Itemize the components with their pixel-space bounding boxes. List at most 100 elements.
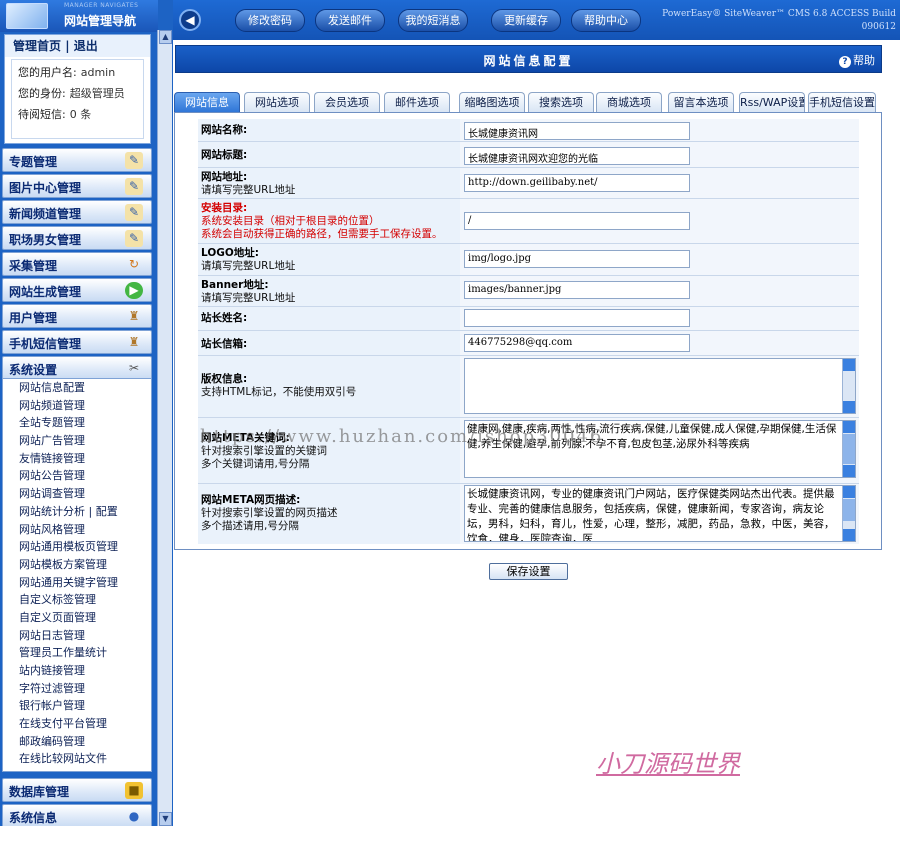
field-hint: 多个关键词请用,号分隔 bbox=[201, 458, 310, 470]
submenu-item[interactable]: 在线比较网站文件 bbox=[3, 750, 151, 768]
submenu-item[interactable]: 网站信息配置 bbox=[3, 379, 151, 397]
category-label: 系统信息 bbox=[9, 811, 58, 825]
version-info: PowerEasy® SiteWeaver™ CMS 6.8 ACCESS Bu… bbox=[662, 8, 896, 34]
sidebar-category-workplace[interactable]: 职场男女管理 ✎ bbox=[2, 226, 152, 250]
scroll-thumb[interactable] bbox=[843, 499, 855, 521]
scroll-down-icon[interactable] bbox=[843, 401, 855, 413]
sidebar-category-collect[interactable]: 采集管理 ↻ bbox=[2, 252, 152, 276]
scroll-down-icon[interactable] bbox=[843, 529, 855, 541]
scroll-up-icon[interactable] bbox=[843, 486, 855, 498]
submenu-item[interactable]: 友情链接管理 bbox=[3, 450, 151, 468]
webmaster-email-input[interactable]: 446775298@qq.com bbox=[464, 334, 690, 352]
textarea-text: 长城健康资讯网，专业的健康资讯门户网站，医疗保健类网站杰出代表。提供最专业、完善… bbox=[467, 488, 835, 542]
submenu-item[interactable]: 自定义页面管理 bbox=[3, 609, 151, 627]
textarea-scrollbar[interactable] bbox=[842, 486, 855, 541]
field-label: 网站名称: bbox=[201, 124, 248, 136]
scroll-down-icon[interactable]: ▼ bbox=[159, 812, 172, 826]
sidebar-category-users[interactable]: 用户管理 ♜ bbox=[2, 304, 152, 328]
submenu-item[interactable]: 字符过滤管理 bbox=[3, 680, 151, 698]
install-dir-input[interactable]: / bbox=[464, 212, 690, 230]
submenu-item[interactable]: 网站频道管理 bbox=[3, 397, 151, 415]
site-name-input[interactable]: 长城健康资讯网 bbox=[464, 122, 690, 140]
send-email-button[interactable]: 发送邮件 bbox=[315, 9, 385, 32]
form-label-cell: LOGO地址: 请填写完整URL地址 bbox=[198, 244, 460, 275]
submenu-item[interactable]: 网站通用关键字管理 bbox=[3, 574, 151, 592]
sidebar-category-sysinfo[interactable]: 系统信息 ● bbox=[2, 804, 152, 826]
sidebar-category-sms[interactable]: 手机短信管理 ♜ bbox=[2, 330, 152, 354]
sidebar-category-images[interactable]: 图片中心管理 ✎ bbox=[2, 174, 152, 198]
tab-search-options[interactable]: 搜索选项 bbox=[528, 92, 594, 113]
form-label-cell: 网站地址: 请填写完整URL地址 bbox=[198, 168, 460, 198]
scroll-up-icon[interactable] bbox=[843, 421, 855, 433]
category-label: 图片中心管理 bbox=[9, 181, 82, 195]
tab-sms-settings[interactable]: 手机短信设置 bbox=[808, 92, 876, 113]
tab-shop-options[interactable]: 商城选项 bbox=[596, 92, 662, 113]
submenu-item[interactable]: 网站模板方案管理 bbox=[3, 556, 151, 574]
copyright-textarea[interactable] bbox=[464, 358, 856, 414]
site-url-input[interactable]: http://down.geilibaby.net/ bbox=[464, 174, 690, 192]
scroll-down-icon[interactable] bbox=[843, 465, 855, 477]
category-label: 网站生成管理 bbox=[9, 285, 82, 299]
field-label: 网站地址: bbox=[201, 171, 248, 183]
scroll-up-icon[interactable]: ▲ bbox=[159, 30, 172, 44]
sidebar-scrollbar[interactable]: ▲ ▼ bbox=[157, 30, 172, 826]
webmaster-name-input[interactable] bbox=[464, 309, 690, 327]
help-link[interactable]: ? 帮助 bbox=[839, 52, 875, 68]
logo-url-input[interactable]: img/logo.jpg bbox=[464, 250, 690, 268]
logo-subtitle: MANAGER NAVIGATES bbox=[64, 2, 139, 9]
submenu-item[interactable]: 全站专题管理 bbox=[3, 414, 151, 432]
sidebar-category-topics[interactable]: 专题管理 ✎ bbox=[2, 148, 152, 172]
form-value-cell: images/banner.jpg bbox=[460, 276, 859, 306]
submenu-item[interactable]: 站内链接管理 bbox=[3, 662, 151, 680]
form-row-site-name: 网站名称: 长城健康资讯网 bbox=[198, 119, 859, 142]
edit-icon: ✎ bbox=[125, 230, 143, 247]
submenu-item[interactable]: 网站日志管理 bbox=[3, 627, 151, 645]
sidebar-category-generate[interactable]: 网站生成管理 ▶ bbox=[2, 278, 152, 302]
user-panel: 管理首页 | 退出 您的用户名: admin 您的身份: 超级管理员 待阅短信: 0 … bbox=[4, 34, 151, 144]
save-settings-button[interactable]: 保存设置 bbox=[489, 563, 568, 580]
tab-rss-wap[interactable]: Rss/WAP设置 bbox=[739, 92, 805, 113]
user-info-value: 0 条 bbox=[69, 108, 92, 121]
monitor-logo-icon bbox=[6, 3, 48, 29]
scroll-up-icon[interactable] bbox=[843, 359, 855, 371]
submenu-item[interactable]: 网站通用模板页管理 bbox=[3, 538, 151, 556]
submenu-item[interactable]: 银行帐户管理 bbox=[3, 697, 151, 715]
form-label-cell: 网站标题: bbox=[198, 142, 460, 167]
admin-home-link[interactable]: 管理首页 bbox=[13, 39, 61, 53]
banner-url-input[interactable]: images/banner.jpg bbox=[464, 281, 690, 299]
site-title-input[interactable]: 长城健康资讯网欢迎您的光临 bbox=[464, 147, 690, 165]
logout-link[interactable]: 退出 bbox=[74, 39, 98, 53]
sidebar-category-news[interactable]: 新闻频道管理 ✎ bbox=[2, 200, 152, 224]
tab-site-options[interactable]: 网站选项 bbox=[244, 92, 310, 113]
submenu-item[interactable]: 网站统计分析 | 配置 bbox=[3, 503, 151, 521]
textarea-scrollbar[interactable] bbox=[842, 421, 855, 477]
submenu-item[interactable]: 自定义标签管理 bbox=[3, 591, 151, 609]
submenu-item[interactable]: 网站广告管理 bbox=[3, 432, 151, 450]
tab-guestbook-options[interactable]: 留言本选项 bbox=[668, 92, 734, 113]
page-header: 网站信息配置 ? 帮助 bbox=[175, 45, 882, 73]
submenu-item[interactable]: 网站风格管理 bbox=[3, 521, 151, 539]
submenu-item[interactable]: 网站公告管理 bbox=[3, 467, 151, 485]
tab-site-info[interactable]: 网站信息 bbox=[174, 92, 240, 113]
change-password-button[interactable]: 修改密码 bbox=[235, 9, 305, 32]
back-arrow-icon[interactable]: ◀ bbox=[179, 9, 201, 31]
signature-watermark: 小刀源码世界 bbox=[596, 750, 740, 778]
submenu-item[interactable]: 邮政编码管理 bbox=[3, 733, 151, 751]
help-center-button[interactable]: 帮助中心 bbox=[571, 9, 641, 32]
form-row-site-title: 网站标题: 长城健康资讯网欢迎您的光临 bbox=[198, 142, 859, 168]
scroll-thumb[interactable] bbox=[843, 434, 855, 464]
my-messages-button[interactable]: 我的短消息 bbox=[398, 9, 468, 32]
refresh-cache-button[interactable]: 更新缓存 bbox=[491, 9, 561, 32]
submenu-item[interactable]: 管理员工作量统计 bbox=[3, 644, 151, 662]
category-label: 专题管理 bbox=[9, 155, 58, 169]
tab-thumbnail-options[interactable]: 缩略图选项 bbox=[459, 92, 525, 113]
textarea-scrollbar[interactable] bbox=[842, 359, 855, 413]
tab-member-options[interactable]: 会员选项 bbox=[314, 92, 380, 113]
meta-description-textarea[interactable]: 长城健康资讯网，专业的健康资讯门户网站，医疗保健类网站杰出代表。提供最专业、完善… bbox=[464, 485, 856, 542]
submenu-item[interactable]: 网站调查管理 bbox=[3, 485, 151, 503]
sidebar-category-system[interactable]: 系统设置 ✂ bbox=[2, 356, 152, 380]
sidebar-category-database[interactable]: 数据库管理 ■ bbox=[2, 778, 152, 802]
form-label-cell: 网站META网页描述: 针对搜索引擎设置的网页描述 多个描述请用,号分隔 bbox=[198, 484, 460, 544]
submenu-item[interactable]: 在线支付平台管理 bbox=[3, 715, 151, 733]
tab-mail-options[interactable]: 邮件选项 bbox=[384, 92, 450, 113]
